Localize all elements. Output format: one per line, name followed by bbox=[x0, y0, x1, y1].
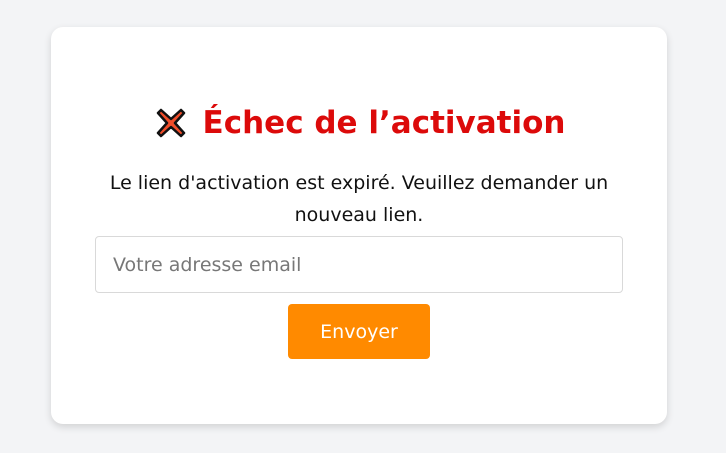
page-title: Échec de l’activation bbox=[202, 105, 566, 141]
activation-card: Échec de l’activation Le lien d'activati… bbox=[51, 27, 667, 424]
cross-mark-icon bbox=[153, 105, 189, 141]
title-row: Échec de l’activation bbox=[51, 103, 667, 143]
submit-button[interactable]: Envoyer bbox=[288, 304, 430, 359]
email-input[interactable] bbox=[95, 236, 623, 293]
expired-link-message: Le lien d'activation est expiré. Veuille… bbox=[109, 172, 609, 226]
